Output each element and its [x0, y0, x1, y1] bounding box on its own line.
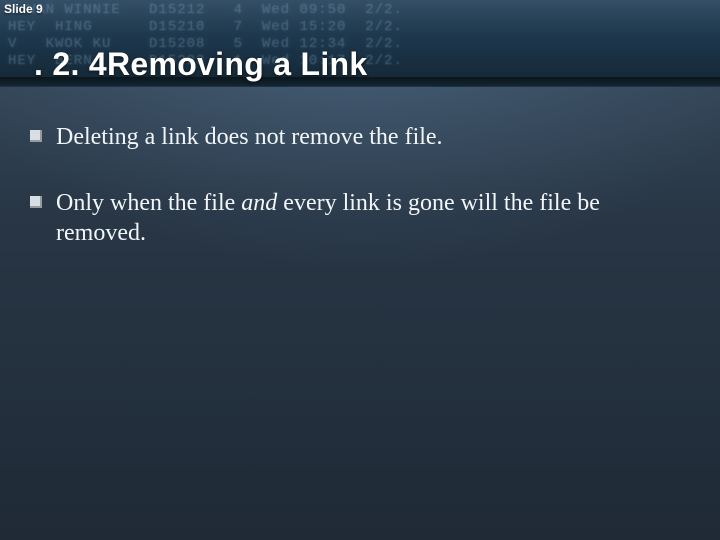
bullet-marker-icon	[30, 130, 42, 142]
content-area: Deleting a link does not remove the file…	[30, 122, 680, 284]
bullet-marker-icon	[30, 196, 42, 208]
slide-title: . 2. 4Removing a Link	[34, 46, 368, 83]
slide-number: Slide 9	[4, 2, 43, 16]
bullet-text: Deleting a link does not remove the file…	[56, 122, 680, 152]
bullet-item: Only when the file and every link is gon…	[30, 188, 680, 248]
bullet-item: Deleting a link does not remove the file…	[30, 122, 680, 152]
bullet-text: Only when the file and every link is gon…	[56, 188, 680, 248]
slide: U WAN WINNIE D15212 4 Wed 09:50 2/2. HEY…	[0, 0, 720, 540]
